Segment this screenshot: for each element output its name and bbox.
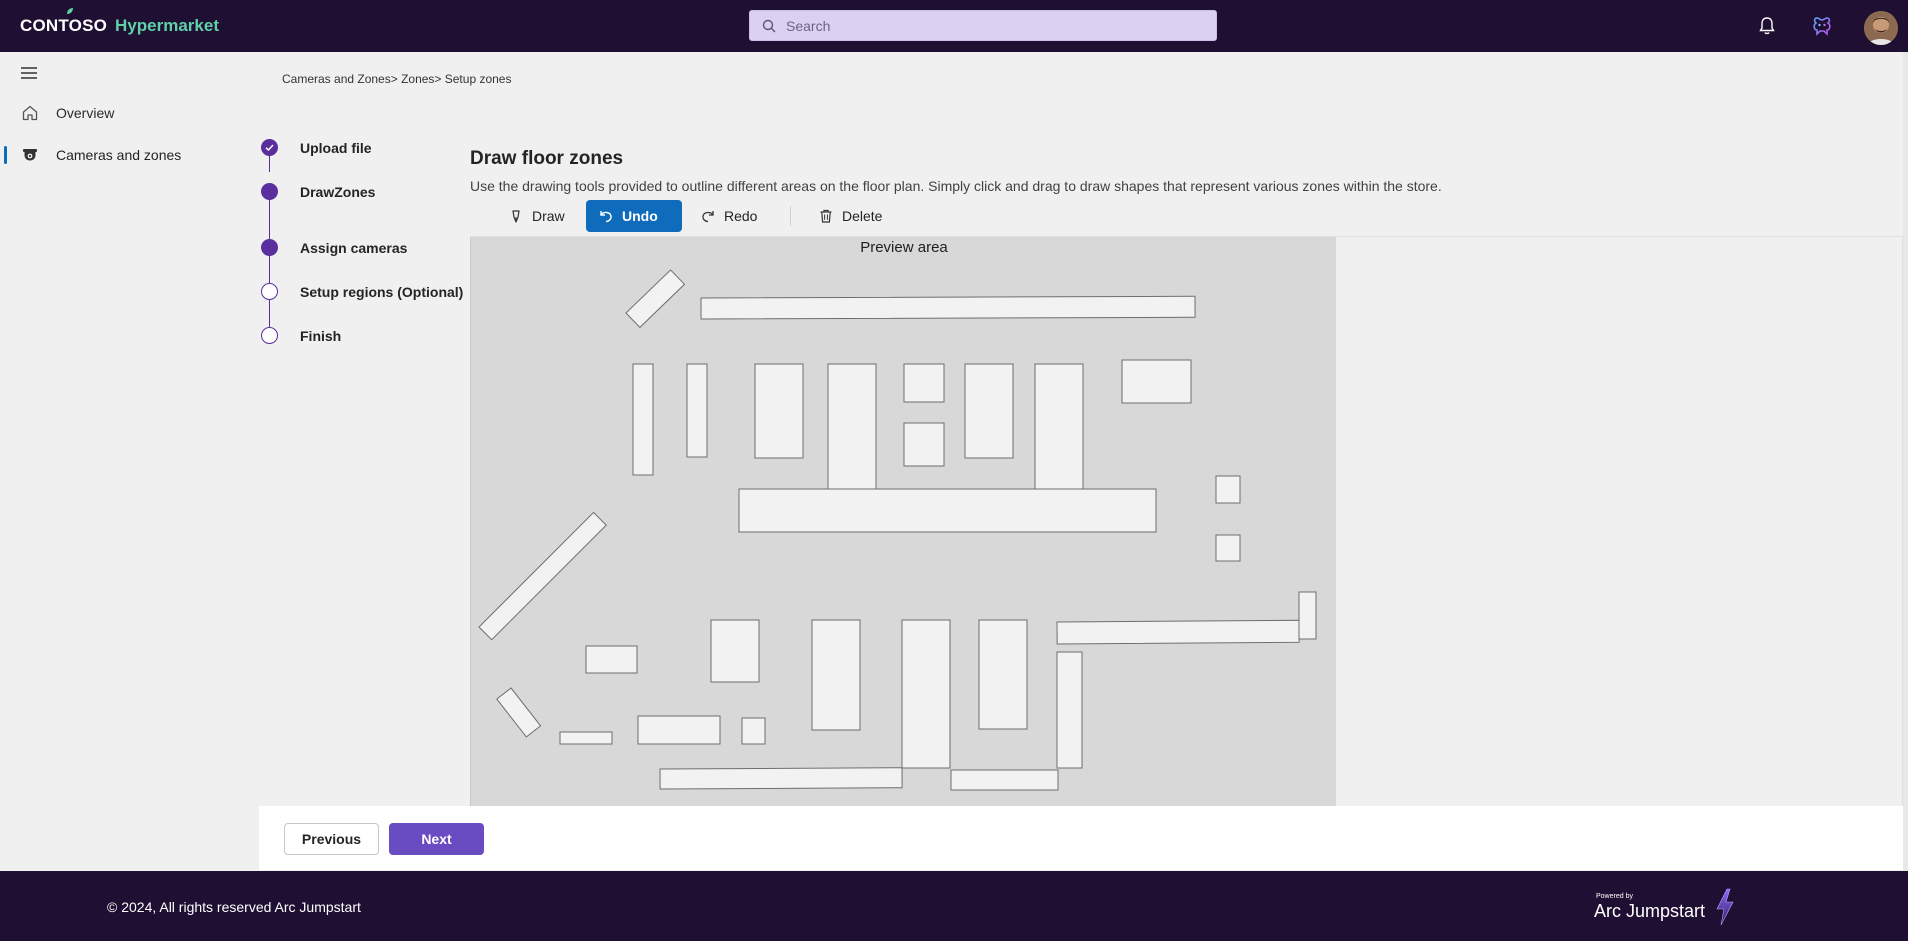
active-indicator: [4, 146, 7, 164]
copyright-text: © 2024, All rights reserved Arc Jumpstar…: [107, 899, 361, 915]
sidebar-item-overview[interactable]: Overview: [0, 96, 200, 130]
step-dot: [261, 183, 278, 200]
undo-icon: [600, 211, 612, 223]
step-dot: [261, 283, 278, 300]
page-scrollbar[interactable]: [1903, 52, 1908, 872]
drawing-canvas-area[interactable]: Preview area: [470, 236, 1903, 807]
floor-zone[interactable]: [827, 363, 877, 490]
previous-button[interactable]: Previous: [284, 823, 379, 855]
floor-zone[interactable]: [811, 619, 861, 731]
undo-button[interactable]: Undo: [586, 200, 682, 232]
floor-zone[interactable]: [978, 619, 1028, 730]
brand-contoso: CONTOSO: [20, 16, 108, 35]
hamburger-menu-icon[interactable]: [20, 65, 38, 81]
floor-zone[interactable]: [496, 687, 542, 738]
user-avatar[interactable]: [1864, 11, 1898, 45]
search-placeholder: Search: [786, 17, 831, 34]
avatar-image: [1864, 11, 1898, 45]
floor-zone[interactable]: [1056, 619, 1300, 645]
breadcrumb: Cameras and Zones> Zones> Setup zones: [282, 72, 512, 86]
step-label: Assign cameras: [300, 240, 408, 256]
floor-zone[interactable]: [950, 769, 1059, 791]
redo-icon: [702, 211, 714, 223]
side-navigation: Overview Cameras and zones: [0, 52, 200, 872]
sidebar-item-cameras-and-zones[interactable]: Cameras and zones: [0, 138, 200, 172]
drawing-toolbar: Draw Undo Redo Delete: [470, 200, 900, 232]
leaf-icon: [67, 8, 73, 14]
step-label: DrawZones: [300, 184, 376, 200]
brand-hypermarket: Hypermarket: [115, 16, 219, 35]
arc-jumpstart-logo-text: Arc Jumpstart: [1594, 901, 1706, 921]
floor-zone[interactable]: [637, 715, 721, 745]
redo-label: Redo: [724, 208, 758, 224]
page-footer: © 2024, All rights reserved Arc Jumpstar…: [0, 871, 1908, 941]
search-input[interactable]: Search: [749, 10, 1217, 41]
floor-zone[interactable]: [478, 511, 607, 641]
floor-zone[interactable]: [738, 488, 1157, 533]
step-dot: [261, 327, 278, 344]
floor-zone[interactable]: [1056, 651, 1083, 769]
toolbar-divider: [790, 206, 791, 226]
wizard-stepper: Upload file DrawZones Assign cameras Set…: [258, 136, 468, 356]
delete-button[interactable]: Delete: [806, 200, 894, 232]
floor-zone[interactable]: [632, 363, 654, 476]
floor-zone[interactable]: [964, 363, 1014, 459]
floor-zone[interactable]: [903, 422, 945, 467]
page-description: Use the drawing tools provided to outlin…: [470, 178, 1442, 194]
floor-zone[interactable]: [1298, 591, 1317, 640]
floor-zone[interactable]: [1215, 475, 1241, 504]
floor-zone[interactable]: [1034, 363, 1084, 490]
floor-zone[interactable]: [625, 269, 686, 329]
step-label: Setup regions (Optional): [300, 284, 464, 300]
draw-label: Draw: [532, 208, 565, 224]
home-icon: [22, 105, 38, 121]
preview-area[interactable]: Preview area: [470, 237, 1336, 807]
floor-plan[interactable]: [471, 237, 1337, 807]
delete-label: Delete: [842, 208, 883, 224]
draw-button[interactable]: Draw: [496, 200, 577, 232]
brand-logo[interactable]: CONTOSO Hypermarket: [20, 8, 219, 36]
floor-zone[interactable]: [659, 767, 903, 790]
floor-zone[interactable]: [559, 731, 613, 745]
lightning-bolt-icon: [1716, 888, 1734, 926]
check-circle-icon: [261, 139, 278, 156]
sidebar-item-label: Cameras and zones: [56, 147, 182, 163]
floor-zone[interactable]: [1121, 359, 1192, 404]
wizard-actions: Previous Next: [259, 806, 1903, 870]
floor-zone[interactable]: [1215, 534, 1241, 562]
pen-icon: [512, 210, 520, 223]
step-label: Upload file: [300, 140, 372, 156]
step-dot: [261, 239, 278, 256]
copilot-icon[interactable]: [1810, 14, 1834, 38]
redo-button[interactable]: Redo: [688, 200, 769, 232]
floor-zone[interactable]: [686, 363, 708, 458]
step-connector: [269, 155, 270, 172]
top-bar: CONTOSO Hypermarket Search: [0, 0, 1908, 52]
floor-zone[interactable]: [754, 363, 804, 459]
page-title: Draw floor zones: [470, 148, 624, 169]
floor-zone[interactable]: [901, 619, 951, 769]
floor-zone[interactable]: [700, 295, 1196, 320]
step-label: Finish: [300, 328, 342, 344]
sidebar-item-label: Overview: [56, 105, 115, 121]
search-icon: [762, 19, 776, 32]
trash-icon: [820, 209, 832, 223]
floor-zone[interactable]: [585, 645, 638, 674]
floor-zone[interactable]: [903, 363, 945, 403]
powered-by-text: Powered by: [1596, 893, 1633, 900]
bell-icon[interactable]: [1755, 14, 1779, 38]
undo-label: Undo: [622, 208, 658, 224]
camera-icon: [23, 149, 37, 161]
next-button[interactable]: Next: [389, 823, 484, 855]
floor-zone[interactable]: [741, 717, 766, 745]
floor-zone[interactable]: [710, 619, 760, 683]
